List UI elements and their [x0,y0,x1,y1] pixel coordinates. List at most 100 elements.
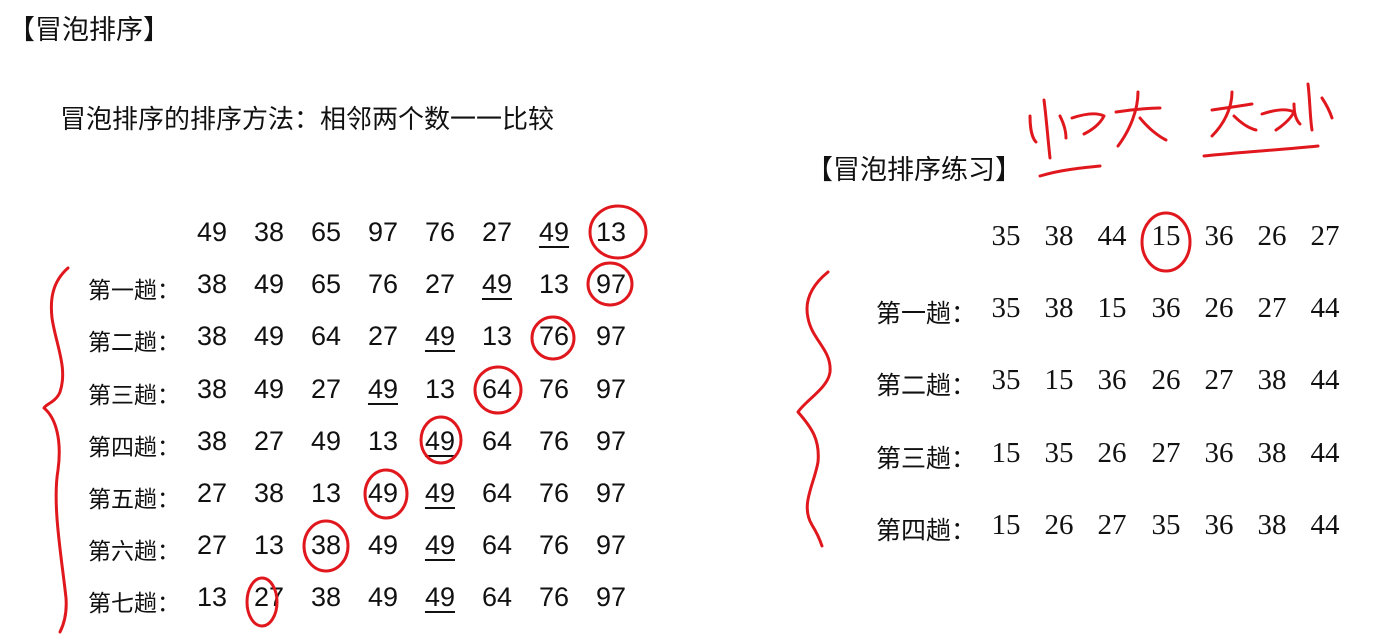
practice-pass-label-2: 第二趟： [876,371,977,400]
practice-pass-label-1: 第一趟： [876,299,977,328]
pass-3-value-5: 13 [424,373,456,404]
pass-label-6: 第六趟： [88,539,180,566]
pass-6-value-3: 38 [310,530,342,561]
pass-4-value-7: 76 [538,425,570,456]
pass-6-value-1: 27 [196,530,228,561]
pass-2-value-8: 97 [595,321,627,352]
practice-pass-1-value-7: 44 [1310,292,1340,324]
practice-pass-1-value-4: 36 [1151,292,1181,324]
pass-3-value-8: 97 [595,373,627,404]
pass-7-value-4: 49 [367,582,399,613]
pass-1-value-3: 65 [310,269,342,300]
pass-5-value-8: 97 [595,478,627,508]
practice-pass-2-value-3: 36 [1097,364,1127,396]
practice-pass-2-value-1: 35 [991,364,1021,396]
practice-initial-value-6: 26 [1257,220,1287,252]
initial-value-1: 49 [196,217,228,247]
practice-pass-4-value-2: 26 [1044,509,1074,541]
practice-pass-4-value-4: 35 [1151,509,1181,541]
practice-pass-3-value-1: 15 [991,437,1021,469]
pass-2-value-1: 38 [196,321,228,352]
practice-pass-label-3: 第三趟： [876,444,977,473]
pass-1-value-5: 27 [424,269,456,300]
pass-3-value-1: 38 [196,373,228,404]
handwriting-underline-2 [1202,144,1320,158]
main-title: 【冒泡排序】 [8,15,170,46]
practice-title: 【冒泡排序练习】 [806,155,1022,186]
practice-pass-label-4: 第四趟： [876,516,977,545]
pass-5-value-5: 49 [424,478,456,508]
right-brace-stroke [796,270,832,548]
pass-4-value-5: 49 [424,425,456,456]
practice-initial-value-4: 15 [1151,220,1181,252]
pass-4-value-3: 49 [310,425,342,456]
pass-1-value-4: 76 [367,269,399,300]
handwriting-big-2 [1210,90,1258,138]
practice-pass-2-value-4: 26 [1151,364,1181,396]
initial-value-4: 97 [367,217,399,247]
pass-1-value-1: 38 [196,269,228,300]
practice-initial-value-7: 27 [1310,220,1340,252]
method-description: 冒泡排序的排序方法：相邻两个数一一比较 [60,105,555,135]
pass-3-value-6: 64 [481,373,513,404]
handwriting-small-2 [1292,82,1334,132]
pass-4-value-8: 97 [595,425,627,456]
handwriting-big [1114,90,1168,148]
pass-2-value-6: 13 [481,321,513,352]
pass-4-value-2: 27 [253,425,285,456]
practice-pass-2-value-7: 44 [1310,364,1340,396]
pass-7-value-1: 13 [196,582,228,613]
pass-1-value-7: 13 [538,269,570,300]
practice-pass-3-value-7: 44 [1310,437,1340,469]
handwriting-small [1028,98,1068,160]
practice-initial-value-2: 38 [1044,220,1074,252]
pass-6-value-2: 13 [253,530,285,561]
practice-initial-value-5: 36 [1204,220,1234,252]
pass-3-value-3: 27 [310,373,342,404]
pass-4-value-1: 38 [196,425,228,456]
pass-7-value-3: 38 [310,582,342,613]
pass-5-value-2: 38 [253,478,285,508]
pass-2-value-5: 49 [424,321,456,352]
pass-7-value-7: 76 [538,582,570,613]
handwriting-underline-1 [1038,164,1102,178]
pass-6-value-4: 49 [367,530,399,561]
practice-pass-2-value-6: 38 [1257,364,1287,396]
practice-pass-4-value-6: 38 [1257,509,1287,541]
handwriting-arrow-1 [1070,112,1106,136]
pass-7-value-5: 49 [424,582,456,613]
pass-5-value-1: 27 [196,478,228,508]
pass-label-5: 第五趟： [88,487,180,513]
pass-7-value-6: 64 [481,582,513,613]
practice-pass-3-value-2: 35 [1044,437,1074,469]
practice-pass-1-value-5: 26 [1204,292,1234,324]
pass-5-value-7: 76 [538,478,570,508]
pass-3-value-2: 49 [253,373,285,404]
practice-pass-3-value-5: 36 [1204,437,1234,469]
practice-initial-value-3: 44 [1097,220,1127,252]
practice-pass-2-value-5: 27 [1204,364,1234,396]
practice-pass-1-value-6: 27 [1257,292,1287,324]
practice-pass-1-value-1: 35 [991,292,1021,324]
pass-2-value-2: 49 [253,321,285,352]
pass-2-value-7: 76 [538,321,570,352]
practice-initial-value-1: 35 [991,220,1021,252]
practice-pass-3-value-3: 26 [1097,437,1127,469]
initial-value-3: 65 [310,217,342,247]
pass-2-value-4: 27 [367,321,399,352]
initial-value-5: 76 [424,217,456,247]
pass-6-value-7: 76 [538,530,570,561]
pass-6-value-5: 49 [424,530,456,561]
pass-4-value-6: 64 [481,425,513,456]
initial-value-8: 13 [595,217,627,247]
pass-label-2: 第二趟： [88,330,180,357]
pass-2-value-3: 64 [310,321,342,352]
practice-pass-2-value-2: 15 [1044,364,1074,396]
practice-pass-1-value-2: 38 [1044,292,1074,324]
pass-3-value-7: 76 [538,373,570,404]
practice-pass-4-value-7: 44 [1310,509,1340,541]
handwriting-arrow-2 [1260,108,1296,132]
pass-7-value-8: 97 [595,582,627,613]
pass-4-value-4: 13 [367,425,399,456]
pass-6-value-8: 97 [595,530,627,561]
